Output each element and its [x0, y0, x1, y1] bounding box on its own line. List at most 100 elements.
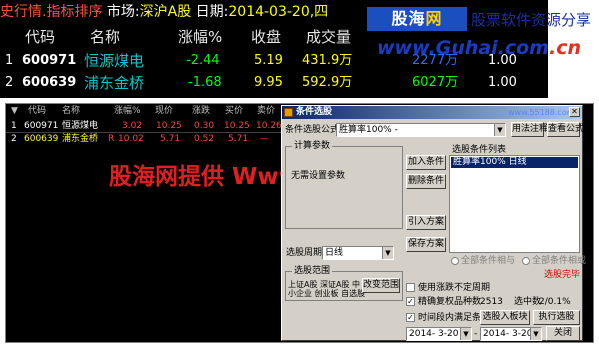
radio-all-and[interactable]: [451, 257, 459, 265]
date-to-picker[interactable]: 2014- 3-20 ▼: [480, 327, 542, 341]
params-group: 计算参数 无需设置参数: [285, 140, 403, 229]
stock-bid: 10.25: [224, 121, 250, 131]
params-group-title: 计算参数: [292, 140, 333, 152]
usage-button[interactable]: 用法注释: [511, 122, 548, 137]
stock-price: 10.25: [156, 121, 182, 131]
selected-value: 2/0.1%: [539, 297, 571, 307]
market-value[interactable]: 深沪A股: [140, 4, 192, 20]
close-icon[interactable]: ✕: [569, 107, 580, 117]
stock-change: 10.02: [118, 134, 144, 144]
stock-change: -1.68: [188, 75, 222, 90]
date-value[interactable]: 2014-03-20,四: [228, 4, 328, 20]
stock-price: 5.71: [160, 134, 181, 144]
stock-flag: R: [108, 134, 115, 144]
run-select-button[interactable]: 执行选股: [533, 310, 580, 325]
stock-volume: 592.9万: [302, 75, 353, 90]
radio-all-or[interactable]: [522, 257, 530, 265]
row-index: 1: [11, 121, 17, 131]
stock-code: 600971: [24, 121, 59, 131]
stock-ask: 10.26: [256, 121, 282, 131]
period-label: 选股周期:: [286, 248, 326, 258]
time-period-checkbox[interactable]: ✓: [406, 313, 415, 322]
stock-name: 恒源煤电: [84, 52, 145, 70]
grid-header-bid[interactable]: 买价: [225, 105, 243, 117]
grid-header-code[interactable]: 代码: [28, 105, 46, 117]
to-block-button[interactable]: 选股入板块: [480, 310, 530, 325]
formula-select[interactable]: 胜算率100% - ▼: [336, 123, 506, 137]
selected-label: 选中数: [514, 297, 542, 307]
logo-url: www.Guhai.com.cn: [377, 35, 599, 61]
status-done: 选股完毕: [544, 270, 581, 280]
period-select[interactable]: 日线 ▼: [322, 246, 394, 260]
logo-badge-text: 股海: [391, 9, 426, 28]
save-scheme-button[interactable]: 保存方案: [406, 237, 446, 252]
title-url: www.55188.com: [508, 108, 575, 117]
row-index: 2: [5, 75, 14, 90]
grid-header-change[interactable]: 涨幅%: [114, 105, 141, 117]
grid-header-diff[interactable]: 涨跌: [192, 105, 210, 117]
sort-arrow-icon[interactable]: ▼: [11, 105, 18, 117]
future-period-checkbox[interactable]: [406, 283, 415, 292]
row-index: 2: [11, 134, 17, 144]
stock-change: 3.02: [122, 121, 143, 131]
date-from-value: 2014- 3-20: [409, 329, 459, 339]
condition-list[interactable]: 胜算率100% 日线: [449, 155, 580, 253]
stock-ratio: 1.00: [488, 75, 517, 90]
view-formula-button[interactable]: 查看公式: [547, 122, 584, 137]
col-header-code[interactable]: 代码: [25, 26, 55, 47]
grid-header-price[interactable]: 现价: [155, 105, 173, 117]
formula-label: 条件选股公式: [285, 125, 340, 135]
condition-list-item[interactable]: 胜算率100% 日线: [451, 157, 578, 168]
row-index: 1: [5, 53, 14, 68]
chevron-down-icon: ▼: [530, 328, 541, 340]
condition-stock-dialog: 条件选股 www.55188.com ✕ 条件选股公式 胜算率100% - ▼ …: [281, 105, 587, 341]
delete-condition-button[interactable]: 删除条件: [406, 174, 446, 189]
date-label: 日期:: [195, 4, 229, 20]
dialog-title-bar[interactable]: 条件选股 www.55188.com ✕: [282, 106, 582, 119]
change-range-button[interactable]: 改变范围: [362, 278, 400, 293]
col-header-name[interactable]: 名称: [90, 26, 120, 47]
import-scheme-button[interactable]: 引入方案: [406, 215, 446, 230]
stock-change: -2.44: [186, 53, 220, 68]
future-period-label: 使用涨跌不定周期: [418, 283, 491, 293]
site-logo: 股海网 股票软件资源分享 www.Guhai.com.cn: [367, 7, 599, 65]
radio-all-or-label: 全部条件相或: [532, 256, 587, 266]
logo-badge: 股海网: [367, 7, 467, 31]
stock-code: 600971: [22, 53, 77, 68]
stock-close: 9.95: [254, 75, 283, 90]
col-header-volume[interactable]: 成交量: [306, 26, 351, 47]
date-from-picker[interactable]: 2014- 3-20 ▼: [406, 327, 472, 341]
adjust-label: 精确复权: [418, 297, 455, 307]
grid-row[interactable]: 1 600971 恒源煤电 3.02 10.25 0.30 10.25 10.2…: [6, 120, 296, 132]
grid-header-name[interactable]: 名称: [62, 105, 80, 117]
stock-volume: 431.9万: [302, 53, 353, 68]
stock-name: 恒源煤电: [62, 121, 99, 131]
stock-bid: 5.71: [228, 134, 249, 144]
count-value: 2513: [480, 297, 503, 307]
market-label: 市场:: [106, 4, 140, 20]
stock-diff: 0.52: [194, 134, 215, 144]
range-group: 选股范围 上证A股 深证A股 中 小企业 创业板 自选股 改变范围: [285, 265, 403, 301]
close-button[interactable]: 关闭: [546, 326, 580, 341]
date-sep: -: [474, 329, 478, 339]
chevron-down-icon: ▼: [460, 328, 471, 340]
stock-amount: 6027万: [412, 75, 459, 90]
window-title: 史行情.指标排序: [0, 4, 103, 20]
lower-window: ▼ 代码 名称 涨幅% 现价 涨跌 买价 卖价 1 600971 恒源煤电 3.…: [5, 103, 594, 343]
col-header-change[interactable]: 涨幅%: [178, 26, 222, 47]
col-header-close[interactable]: 收盘: [251, 26, 281, 47]
row-divider: [6, 132, 296, 133]
grid-header-ask[interactable]: 卖价: [257, 105, 275, 117]
stock-name: 浦东金桥: [62, 134, 99, 144]
params-note: 无需设置参数: [291, 171, 346, 181]
logo-url-main: www.Guhai.com: [377, 37, 549, 59]
stock-code: 600639: [22, 75, 77, 90]
adjust-checkbox[interactable]: ✓: [406, 297, 415, 306]
grid-row[interactable]: 2 600639 浦东金桥 R 10.02 5.71 0.52 5.71 —: [6, 133, 296, 145]
radio-all-and-label: 全部条件相与: [461, 256, 516, 266]
table-row[interactable]: 2 600639 浦东金桥 -1.68 9.95 592.9万 6027万 1.…: [0, 72, 548, 94]
chevron-down-icon: ▼: [494, 124, 505, 136]
formula-select-value: 胜算率100% -: [339, 125, 398, 135]
add-condition-button[interactable]: 加入条件: [406, 155, 446, 170]
logo-url-suffix: .cn: [548, 37, 581, 59]
